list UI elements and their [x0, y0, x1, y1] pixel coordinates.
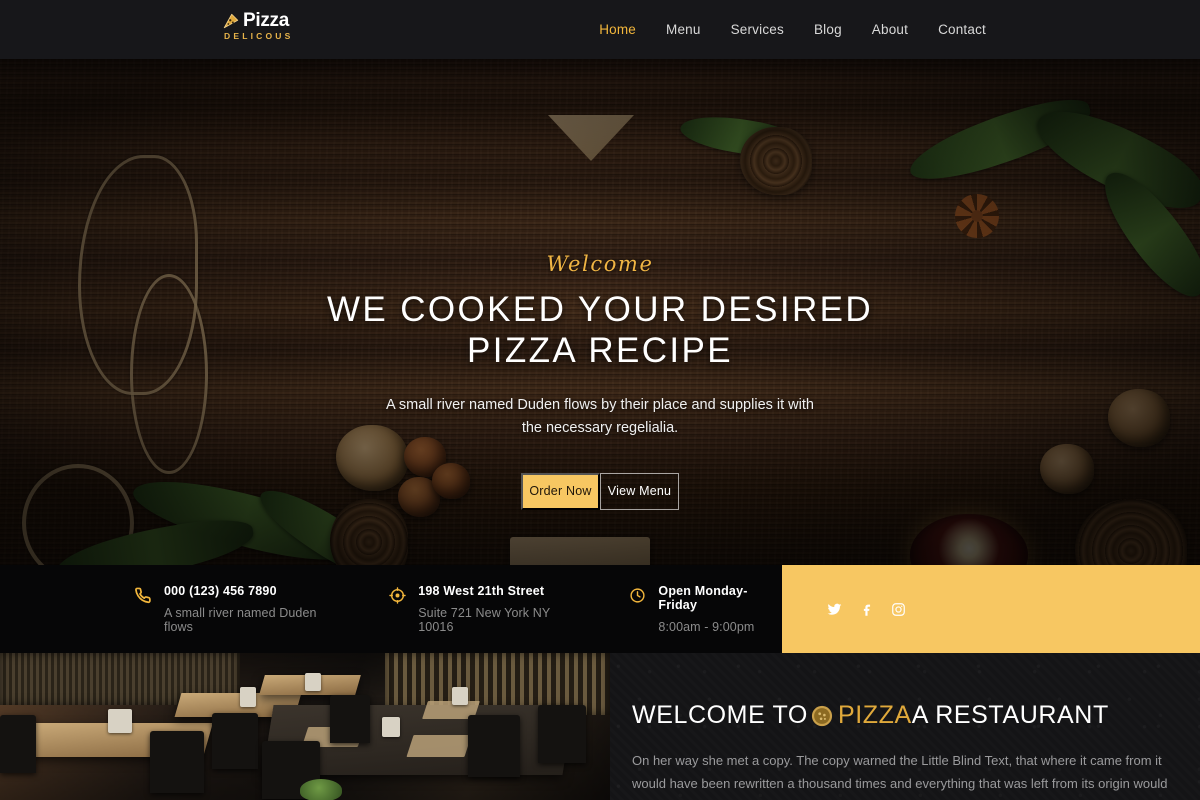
- nav-item-about[interactable]: About: [872, 22, 908, 37]
- info-desc-phone: A small river named Duden flows: [164, 606, 317, 634]
- info-title-address: 198 West 21th Street: [418, 584, 545, 598]
- view-menu-button[interactable]: View Menu: [600, 472, 679, 510]
- info-item-address: 198 West 21th Street Suite 721 New York …: [389, 584, 583, 634]
- chair-5: [468, 715, 520, 777]
- hero-eyebrow: Welcome: [546, 252, 654, 276]
- info-desc-hours: 8:00am - 9:00pm: [658, 620, 755, 634]
- info-item-phone: 000 (123) 456 7890 A small river named D…: [135, 584, 343, 634]
- clock-icon: [629, 587, 646, 604]
- social-panel: [782, 565, 1200, 653]
- potted-plant: [300, 779, 342, 800]
- nav-item-blog[interactable]: Blog: [814, 22, 842, 37]
- order-now-button[interactable]: Order Now: [521, 472, 600, 510]
- info-item-hours: Open Monday-Friday 8:00am - 9:00pm: [629, 584, 782, 634]
- hero-title-line-2: PIZZA RECIPE: [466, 331, 734, 371]
- welcome-body-text: On her way she met a copy. The copy warn…: [632, 753, 1168, 791]
- facebook-icon[interactable]: [856, 599, 876, 619]
- welcome-heading-before: WELCOME TO: [632, 701, 808, 729]
- info-title-phone: 000 (123) 456 7890: [164, 584, 277, 598]
- welcome-panel: WELCOME TO PIZZA A RESTAURANT On her way…: [610, 653, 1200, 800]
- chair-2: [212, 713, 258, 769]
- phone-icon: [135, 587, 152, 604]
- chair-1: [150, 731, 204, 793]
- nav-item-services[interactable]: Services: [731, 22, 784, 37]
- hero-title-line-1: WE COOKED YOUR DESIRED: [326, 290, 874, 329]
- top-navbar: Pizza DELICOUS Home Menu Services Blog A…: [0, 0, 1200, 59]
- brand-tagline: DELICOUS: [224, 31, 294, 41]
- condiment-set-4: [382, 717, 400, 737]
- info-bar-details: 000 (123) 456 7890 A small river named D…: [0, 565, 782, 653]
- condiment-set-3: [305, 673, 321, 691]
- hero-content: Welcome WE COOKED YOUR DESIRED PIZZA REC…: [0, 59, 1200, 565]
- chair-4: [330, 695, 370, 743]
- location-target-icon: [389, 587, 406, 604]
- brand-logo[interactable]: Pizza DELICOUS: [222, 11, 294, 41]
- welcome-heading: WELCOME TO PIZZA A RESTAURANT: [632, 701, 1200, 730]
- info-text-phone: 000 (123) 456 7890 A small river named D…: [164, 584, 343, 634]
- pizza-slice-icon: [222, 12, 240, 30]
- hero-slider: Welcome WE COOKED YOUR DESIRED PIZZA REC…: [0, 59, 1200, 565]
- welcome-heading-after: A RESTAURANT: [911, 701, 1109, 729]
- chair-6: [538, 705, 586, 763]
- condiment-set-5: [452, 687, 468, 705]
- condiment-set-1: [108, 709, 132, 733]
- hero-subtitle: A small river named Duden flows by their…: [386, 396, 814, 437]
- condiment-set-2: [240, 687, 256, 707]
- info-text-hours: Open Monday-Friday 8:00am - 9:00pm: [658, 584, 782, 634]
- pizza-round-icon: [811, 705, 833, 727]
- bottom-section: WELCOME TO PIZZA A RESTAURANT On her way…: [0, 653, 1200, 800]
- nav-links: Home Menu Services Blog About Contact: [599, 0, 986, 59]
- brand-row: Pizza: [222, 11, 289, 30]
- nav-item-contact[interactable]: Contact: [938, 22, 986, 37]
- nav-item-menu[interactable]: Menu: [666, 22, 701, 37]
- hero-title: WE COOKED YOUR DESIRED PIZZA RECIPE: [327, 289, 873, 372]
- hero-buttons: Order Now View Menu: [521, 472, 679, 510]
- twitter-icon[interactable]: [824, 599, 844, 619]
- restaurant-interior-photo: [0, 653, 610, 800]
- brand-name: Pizza: [243, 10, 290, 31]
- info-desc-address: Suite 721 New York NY 10016: [418, 606, 551, 634]
- chair-7: [0, 715, 36, 773]
- info-bar: 000 (123) 456 7890 A small river named D…: [0, 565, 1200, 653]
- info-title-hours: Open Monday-Friday: [658, 584, 748, 612]
- welcome-panel-content: WELCOME TO PIZZA A RESTAURANT On her way…: [632, 701, 1200, 796]
- instagram-icon[interactable]: [888, 599, 908, 619]
- welcome-heading-highlight: PIZZA: [837, 701, 912, 729]
- nav-item-home[interactable]: Home: [599, 22, 636, 37]
- info-text-address: 198 West 21th Street Suite 721 New York …: [418, 584, 583, 634]
- placemat-2: [406, 735, 472, 757]
